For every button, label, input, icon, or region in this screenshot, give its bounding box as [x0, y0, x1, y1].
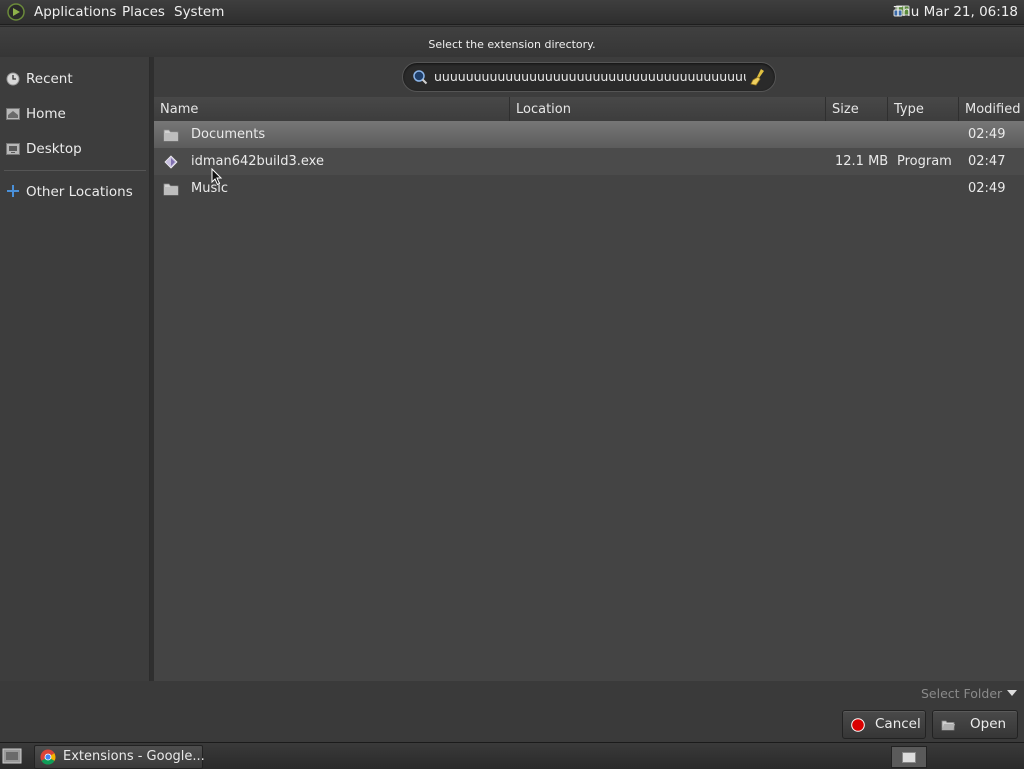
- sidebar-item-home[interactable]: Home: [0, 99, 149, 129]
- sidebar-item-recent[interactable]: Recent: [0, 64, 149, 94]
- sidebar-separator: [4, 170, 146, 171]
- dialog-action-area: Select Folder Cancel Open: [0, 681, 1024, 743]
- mouse-cursor-icon: [211, 168, 223, 186]
- cancel-label: Cancel: [875, 716, 921, 732]
- places-sidebar: Recent Home Desktop Other Locations: [0, 57, 150, 681]
- home-icon: [6, 108, 20, 120]
- file-list: Name Location Size Type Modified Documen…: [154, 97, 1024, 681]
- cancel-icon: [851, 718, 865, 732]
- open-button[interactable]: Open: [932, 710, 1018, 739]
- file-modified: 02:47: [968, 154, 1006, 169]
- column-type[interactable]: Type: [887, 97, 959, 121]
- column-modified[interactable]: Modified: [958, 97, 1024, 121]
- column-size[interactable]: Size: [825, 97, 888, 121]
- search-bar: uuuuuuuuuuuuuuuuuuuuuuuuuuuuuuuuuuuuuuuu…: [154, 57, 1024, 97]
- menu-system[interactable]: System: [174, 4, 224, 20]
- task-label: Extensions - Google...: [63, 749, 205, 764]
- plus-icon: [7, 185, 19, 197]
- search-input[interactable]: uuuuuuuuuuuuuuuuuuuuuuuuuuuuuuuuuuuuuuuu…: [402, 62, 776, 92]
- show-desktop-icon[interactable]: [2, 747, 22, 765]
- dialog-title: Select the extension directory.: [428, 38, 596, 51]
- app-menu-icon[interactable]: [7, 3, 25, 21]
- file-size: 12.1 MB: [835, 154, 889, 169]
- desktop-icon: [6, 143, 20, 155]
- folder-icon: [163, 129, 179, 142]
- workspace-window-icon: [902, 752, 916, 763]
- recent-icon: [6, 72, 20, 86]
- file-row-idman642build3[interactable]: idman642build3.exe 12.1 MB Program 02:47: [154, 148, 1024, 175]
- menu-places[interactable]: Places: [122, 4, 165, 20]
- column-location[interactable]: Location: [509, 97, 826, 121]
- file-name: Documents: [191, 127, 266, 142]
- clock[interactable]: Thu Mar 21, 06:18: [894, 4, 1018, 20]
- sidebar-item-label: Recent: [26, 71, 73, 87]
- cancel-button[interactable]: Cancel: [842, 710, 926, 739]
- column-name[interactable]: Name: [154, 97, 509, 121]
- sidebar-item-other-locations[interactable]: Other Locations: [0, 177, 149, 207]
- file-row-music[interactable]: Music 02:49: [154, 175, 1024, 202]
- dialog-title-bar[interactable]: Select the extension directory.: [0, 27, 1024, 57]
- filter-label: Select Folder: [921, 686, 1003, 701]
- menu-applications[interactable]: Applications: [34, 4, 116, 20]
- sidebar-item-desktop[interactable]: Desktop: [0, 134, 149, 164]
- file-row-documents[interactable]: Documents 02:49: [154, 121, 1024, 148]
- file-modified: 02:49: [968, 127, 1006, 142]
- sidebar-item-label: Desktop: [26, 141, 82, 157]
- clear-icon[interactable]: [750, 68, 766, 86]
- chrome-icon: [40, 749, 56, 765]
- sidebar-item-label: Other Locations: [26, 184, 133, 200]
- workspace-switcher[interactable]: [891, 746, 927, 768]
- folder-icon: [163, 183, 179, 196]
- file-modified: 02:49: [968, 181, 1006, 196]
- file-name: idman642build3.exe: [191, 154, 324, 169]
- task-button-chrome[interactable]: Extensions - Google...: [34, 745, 205, 769]
- open-folder-icon: [941, 720, 955, 731]
- column-header: Name Location Size Type Modified: [154, 97, 1024, 122]
- taskbar: Extensions - Google...: [0, 742, 1024, 769]
- executable-icon: [164, 155, 178, 169]
- sidebar-item-label: Home: [26, 106, 66, 122]
- search-icon: [413, 70, 428, 85]
- search-text: uuuuuuuuuuuuuuuuuuuuuuuuuuuuuuuuuuuuuuuu…: [434, 69, 746, 84]
- top-panel: Applications Places System Thu Mar 21, 0…: [0, 0, 1024, 25]
- chevron-down-icon: [1007, 690, 1017, 696]
- open-label: Open: [970, 716, 1007, 732]
- file-chooser-dialog: Select the extension directory. Recent H…: [0, 26, 1024, 743]
- file-type: Program: [897, 154, 952, 169]
- filter-dropdown[interactable]: Select Folder: [918, 684, 1020, 702]
